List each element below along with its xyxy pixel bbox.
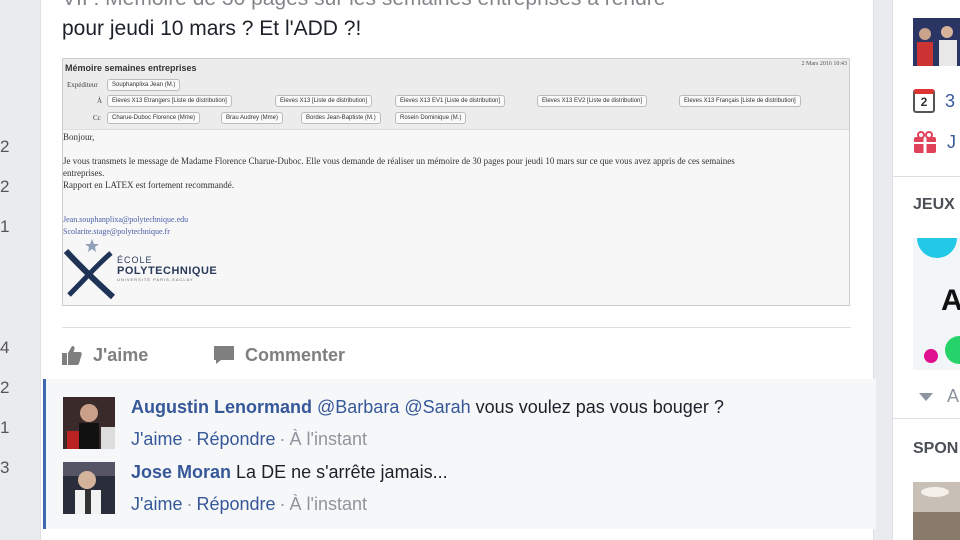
- like-button[interactable]: J'aime: [61, 343, 148, 367]
- recipient-chip: Eleves X13 EV2 [Liste de distribution]: [537, 95, 648, 107]
- mention-link[interactable]: @Sarah: [404, 397, 470, 417]
- sponsored-section-title: SPON: [913, 440, 959, 457]
- gutter-number: 4: [0, 338, 10, 357]
- thumbs-up-icon: [62, 346, 82, 365]
- email-body-line: Je vous transmets le message de Madame F…: [63, 156, 735, 166]
- right-sidebar: 2 3 J JEUX A A SPON: [892, 0, 960, 540]
- email-subject: Mémoire semaines entreprises: [65, 63, 197, 73]
- divider: [893, 176, 960, 177]
- to-label: À: [97, 97, 103, 105]
- sidebar-thumbnail[interactable]: [913, 18, 960, 66]
- email-body-line: Rapport en LATEX est fortement recommand…: [63, 180, 234, 190]
- logo-text: POLYTECHNIQUE: [117, 265, 218, 277]
- email-body: Bonjour, Je vous transmets le message de…: [63, 131, 849, 191]
- birthdays-link[interactable]: J: [913, 130, 956, 154]
- polytechnique-logo: ÉCOLE POLYTECHNIQUE UNIVERSITÉ PARIS-SAC…: [63, 237, 233, 301]
- comment-like-link[interactable]: J'aime: [131, 494, 182, 514]
- post-text-line: pour jeudi 10 mars ? Et l'ADD ?!: [62, 17, 362, 40]
- svg-text:A: A: [941, 284, 960, 317]
- sender-chip: Souphanplixa Jean (M.): [107, 79, 181, 91]
- see-more-link[interactable]: A: [919, 386, 959, 407]
- cc-chip: Bordes Jean-Baptiste (M.): [301, 112, 381, 124]
- email-body-line: entreprises.: [63, 168, 105, 178]
- gutter-number: 2: [0, 137, 10, 156]
- see-more-text: A: [947, 386, 960, 406]
- events-text: 3: [945, 90, 956, 111]
- recipient-chip: Eleves X13 Etrangers [Liste de distribut…: [107, 95, 232, 107]
- like-label: J'aime: [93, 344, 149, 365]
- comment-body: La DE ne s'arrête jamais...: [236, 462, 448, 482]
- email-link: Jean.souphanplixa@polytechnique.edu: [63, 215, 189, 224]
- ad-thumbnail[interactable]: [913, 482, 960, 540]
- gutter-number: 2: [0, 378, 10, 397]
- sender-label: Expéditeur: [67, 81, 98, 89]
- comment-icon: [214, 346, 234, 364]
- comment-timestamp[interactable]: À l'instant: [290, 429, 367, 449]
- birthdays-text: J: [947, 131, 956, 152]
- events-link[interactable]: 2 3: [913, 89, 955, 113]
- email-screenshot-image[interactable]: Mémoire semaines entreprises 2 Mars 2016…: [62, 58, 850, 306]
- comment-reply-link[interactable]: Répondre: [196, 494, 275, 514]
- gift-icon: [914, 131, 936, 153]
- cc-label: Cc: [93, 114, 101, 122]
- comment-body: vous voulez pas vous bouger ?: [475, 397, 724, 417]
- avatar[interactable]: [63, 462, 115, 514]
- left-gutter: 2 2 1 4 2 1 3: [0, 0, 40, 540]
- game-thumbnail[interactable]: A: [913, 238, 960, 370]
- gutter-number: 2: [0, 177, 10, 196]
- comment-timestamp[interactable]: À l'instant: [290, 494, 367, 514]
- caret-down-icon: [919, 392, 933, 401]
- comment-actions: J'aime · Répondre · À l'instant: [131, 494, 367, 514]
- logo-text: UNIVERSITÉ PARIS-SACLAY: [117, 277, 194, 282]
- comment-text: Augustin Lenormand @Barbara @Sarah vous …: [131, 397, 724, 418]
- cc-chip: Rosein Dominique (M.): [395, 112, 467, 124]
- comment-actions: J'aime · Répondre · À l'instant: [131, 429, 367, 449]
- comment-like-link[interactable]: J'aime: [131, 429, 182, 449]
- email-link: Scolarite.stage@polytechnique.fr: [63, 227, 170, 236]
- email-greeting: Bonjour,: [63, 132, 95, 142]
- divider: [62, 327, 851, 328]
- email-header: Mémoire semaines entreprises 2 Mars 2016…: [63, 59, 849, 130]
- avatar[interactable]: [63, 397, 115, 449]
- comment-author-link[interactable]: Augustin Lenormand: [131, 397, 312, 417]
- post-card: VII : Mémoire de 30 pages sur les semain…: [40, 0, 876, 540]
- gutter-number: 1: [0, 418, 10, 437]
- comment-author-link[interactable]: Jose Moran: [131, 462, 231, 482]
- post-text-line: VII : Mémoire de 30 pages sur les semain…: [62, 0, 862, 14]
- comment-button[interactable]: Commenter: [213, 343, 345, 367]
- post-text: VII : Mémoire de 30 pages sur les semain…: [62, 0, 862, 44]
- logo-text: ÉCOLE: [117, 255, 153, 265]
- gutter-number: 3: [0, 458, 10, 477]
- comment-label: Commenter: [245, 344, 346, 365]
- recipient-chip: Eleves X13 [Liste de distribution]: [275, 95, 373, 107]
- comments-section: Augustin Lenormand @Barbara @Sarah vous …: [43, 379, 876, 529]
- email-date: 2 Mars 2016 10:43: [801, 61, 848, 67]
- gutter-number: 1: [0, 217, 10, 236]
- cc-chip: Brau Audrey (Mme): [221, 112, 284, 124]
- comment-reply-link[interactable]: Répondre: [196, 429, 275, 449]
- games-section-title: JEUX: [913, 196, 955, 213]
- comment-text: Jose Moran La DE ne s'arrête jamais...: [131, 462, 448, 483]
- mention-link[interactable]: @Barbara: [317, 397, 399, 417]
- divider: [893, 418, 960, 419]
- cc-chip: Charue-Duboc Florence (Mme): [107, 112, 201, 124]
- calendar-icon: 2: [913, 89, 935, 113]
- recipient-chip: Eleves X13 EV1 [Liste de distribution]: [395, 95, 506, 107]
- recipient-chip: Eleves X13 Français [Liste de distributi…: [679, 95, 801, 107]
